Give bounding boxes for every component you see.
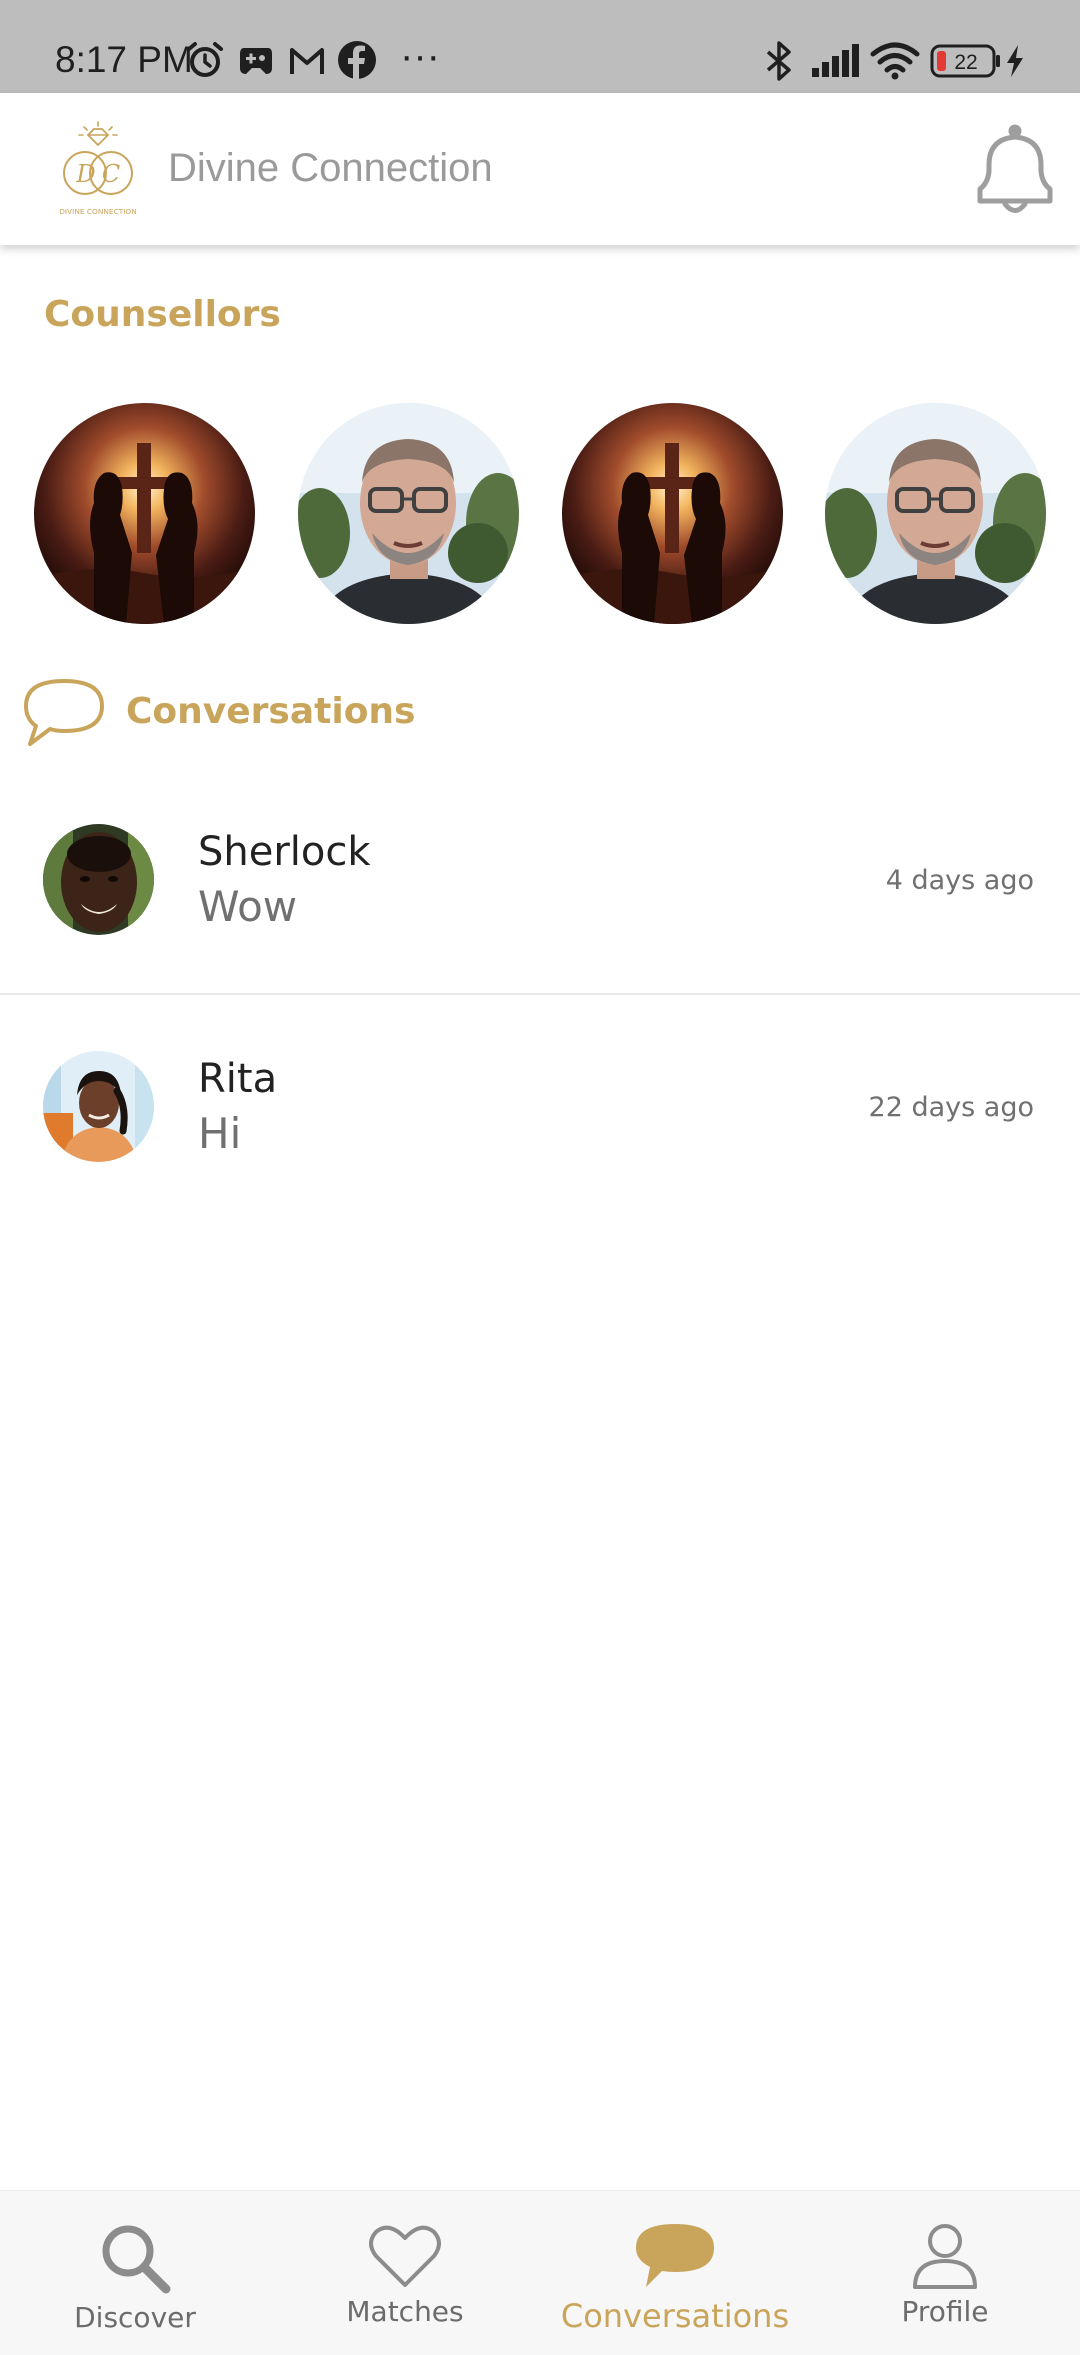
nav-label: Conversations — [560, 2297, 790, 2335]
message-time: 22 days ago — [868, 1092, 1034, 1123]
nav-profile[interactable]: Profile — [810, 2191, 1080, 2355]
nav-discover[interactable]: Discover — [0, 2191, 270, 2355]
facebook-icon — [338, 41, 376, 79]
counsellor-avatar-4[interactable] — [825, 403, 1046, 624]
app-header: D C DIVINE CONNECTION Divine Connection — [0, 93, 1080, 245]
app-title: Divine Connection — [168, 146, 493, 190]
conversation-row-sherlock[interactable]: Sherlock Wow 4 days ago — [0, 768, 1080, 995]
charging-icon — [1007, 45, 1023, 77]
divine-connection-logo: D C DIVINE CONNECTION — [59, 121, 137, 216]
battery-level: 22 — [954, 51, 977, 74]
screen: 8:17 PM ··· 22 D C DIVINE CONNECTION Div… — [0, 0, 1080, 2355]
status-bar: 8:17 PM ··· 22 — [0, 0, 1080, 93]
avatar — [43, 824, 154, 935]
svg-text:C: C — [102, 160, 120, 188]
signal-icon — [812, 44, 859, 77]
counsellor-avatar-2[interactable] — [298, 403, 519, 624]
chat-bubble-icon — [636, 2224, 714, 2287]
notifications-bell-icon[interactable] — [970, 121, 1060, 221]
nav-conversations[interactable]: Conversations — [540, 2191, 810, 2355]
more-icon: ··· — [400, 34, 440, 78]
status-time: 8:17 PM — [55, 39, 193, 80]
contact-name: Sherlock — [198, 829, 371, 875]
message-time: 4 days ago — [885, 865, 1034, 896]
person-icon — [913, 2224, 977, 2289]
last-message: Hi — [198, 1109, 242, 1158]
chat-bubble-outline-icon — [24, 679, 104, 746]
nav-label: Matches — [346, 2295, 464, 2328]
svg-text:D: D — [75, 160, 95, 188]
game-controller-icon — [240, 48, 272, 74]
heart-icon — [369, 2225, 441, 2287]
counsellors-title: Counsellors — [44, 294, 281, 335]
conversation-row-rita[interactable]: Rita Hi 22 days ago — [0, 995, 1080, 1220]
search-icon — [102, 2225, 171, 2294]
avatar — [43, 1051, 154, 1162]
alarm-icon — [187, 42, 223, 77]
battery-icon: 22 — [930, 44, 1000, 78]
bottom-navigation: Discover Matches Conversations Profile — [0, 2190, 1080, 2355]
nav-matches[interactable]: Matches — [270, 2191, 540, 2355]
bluetooth-icon — [766, 41, 791, 81]
counsellor-avatar-3[interactable] — [562, 403, 783, 624]
nav-label: Discover — [74, 2301, 196, 2334]
wifi-icon — [870, 42, 920, 80]
nav-label: Profile — [901, 2295, 989, 2328]
conversations-title: Conversations — [126, 691, 416, 732]
counsellor-avatar-1[interactable] — [34, 403, 255, 624]
svg-text:DIVINE CONNECTION: DIVINE CONNECTION — [59, 207, 137, 216]
last-message: Wow — [198, 882, 298, 931]
gmail-icon — [290, 48, 324, 74]
contact-name: Rita — [198, 1056, 278, 1102]
